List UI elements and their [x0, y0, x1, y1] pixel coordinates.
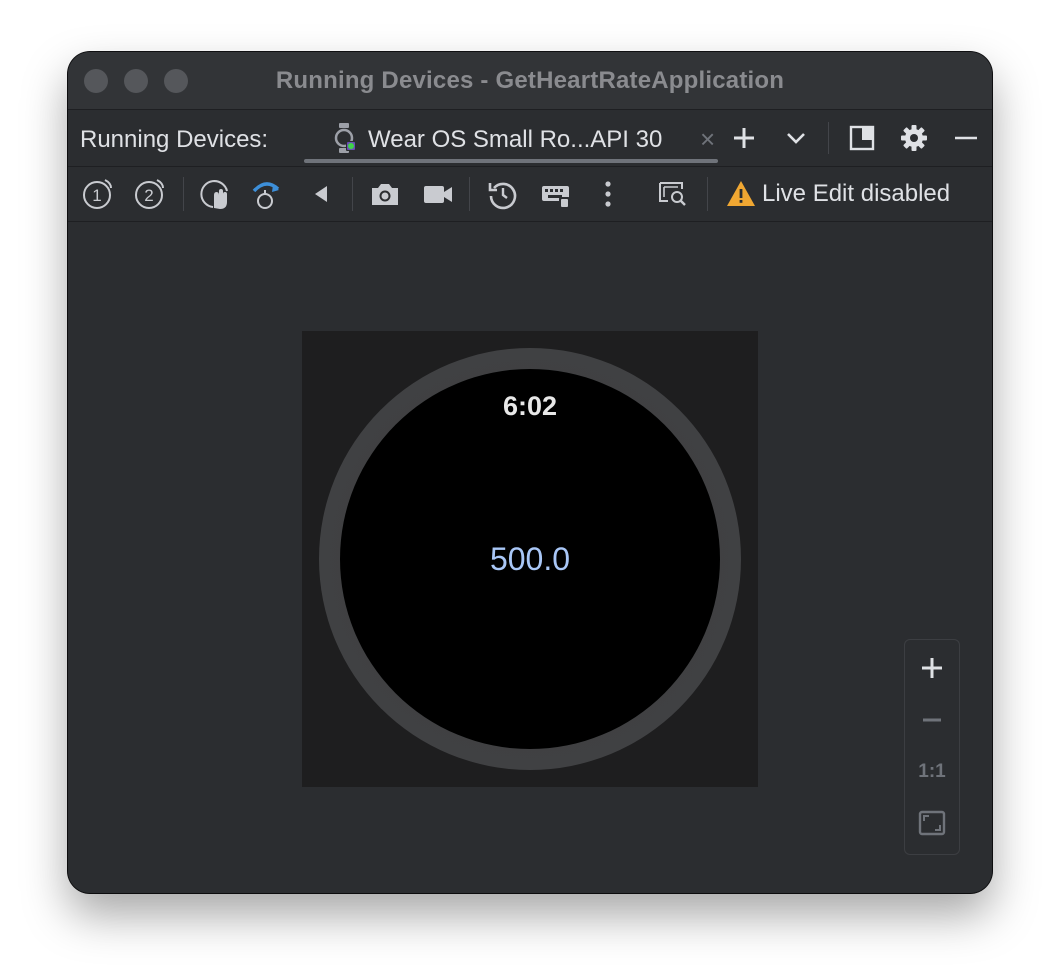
- palm-gesture-icon[interactable]: [199, 177, 233, 211]
- zoom-controls: 1:1: [904, 639, 960, 855]
- watch-time: 6:02: [502, 391, 558, 421]
- watch-bezel: 6:02 500.0: [319, 348, 741, 770]
- toolbar-divider: [469, 177, 470, 211]
- device-display-area: 6:02 500.0 1:1: [68, 222, 992, 893]
- add-device-icon[interactable]: [728, 122, 760, 154]
- toolbar-divider: [183, 177, 184, 211]
- wear-watch-icon: [334, 123, 356, 153]
- title-bar: Running Devices - GetHeartRateApplicatio…: [68, 52, 992, 110]
- back-icon[interactable]: [304, 177, 338, 211]
- toolbar-divider: [707, 177, 708, 211]
- wear-button-1-icon[interactable]: 1: [81, 177, 115, 211]
- watch-face[interactable]: 6:02 500.0: [340, 369, 720, 749]
- device-toolbar: 1 2 Live Edit disabled: [68, 167, 992, 222]
- toolbar-divider: [352, 177, 353, 211]
- heart-rate-value: 500.0: [489, 541, 571, 577]
- tabbar-divider: [828, 122, 829, 154]
- tab-close-icon[interactable]: ×: [700, 124, 715, 155]
- tilt-gesture-icon[interactable]: [249, 177, 283, 211]
- chevron-down-icon[interactable]: [780, 122, 812, 154]
- running-devices-label: Running Devices:: [80, 126, 269, 153]
- svg-text:2: 2: [144, 186, 153, 205]
- screenshot-camera-icon[interactable]: [368, 177, 402, 211]
- zoom-out-icon[interactable]: [905, 696, 959, 744]
- device-screen[interactable]: 6:02 500.0: [302, 331, 758, 787]
- tab-wear-os-device[interactable]: Wear OS Small Ro...API 30 ×: [304, 110, 718, 166]
- keyboard-icon[interactable]: [539, 177, 573, 211]
- zoom-in-icon[interactable]: [905, 644, 959, 692]
- reset-icon[interactable]: [486, 177, 520, 211]
- screen-record-icon[interactable]: [421, 177, 455, 211]
- zoom-actual-size-button[interactable]: 1:1: [905, 748, 959, 796]
- running-devices-window: Running Devices - GetHeartRateApplicatio…: [68, 52, 992, 893]
- wear-button-2-icon[interactable]: 2: [133, 177, 167, 211]
- layout-inspector-icon[interactable]: [656, 177, 690, 211]
- warning-icon: [727, 181, 755, 206]
- device-tab-bar: Running Devices: Wear OS Small Ro...API …: [68, 110, 992, 167]
- hide-panel-icon[interactable]: [950, 122, 982, 154]
- more-options-icon[interactable]: [591, 177, 625, 211]
- svg-text:1: 1: [92, 186, 101, 205]
- tab-label: Wear OS Small Ro...API 30: [368, 126, 663, 153]
- live-edit-label: Live Edit disabled: [762, 180, 951, 207]
- split-view-icon[interactable]: [846, 122, 878, 154]
- selected-tab-indicator: [304, 159, 718, 163]
- gear-icon[interactable]: [898, 122, 930, 154]
- zoom-to-fit-icon[interactable]: [905, 800, 959, 848]
- window-title: Running Devices - GetHeartRateApplicatio…: [275, 67, 785, 94]
